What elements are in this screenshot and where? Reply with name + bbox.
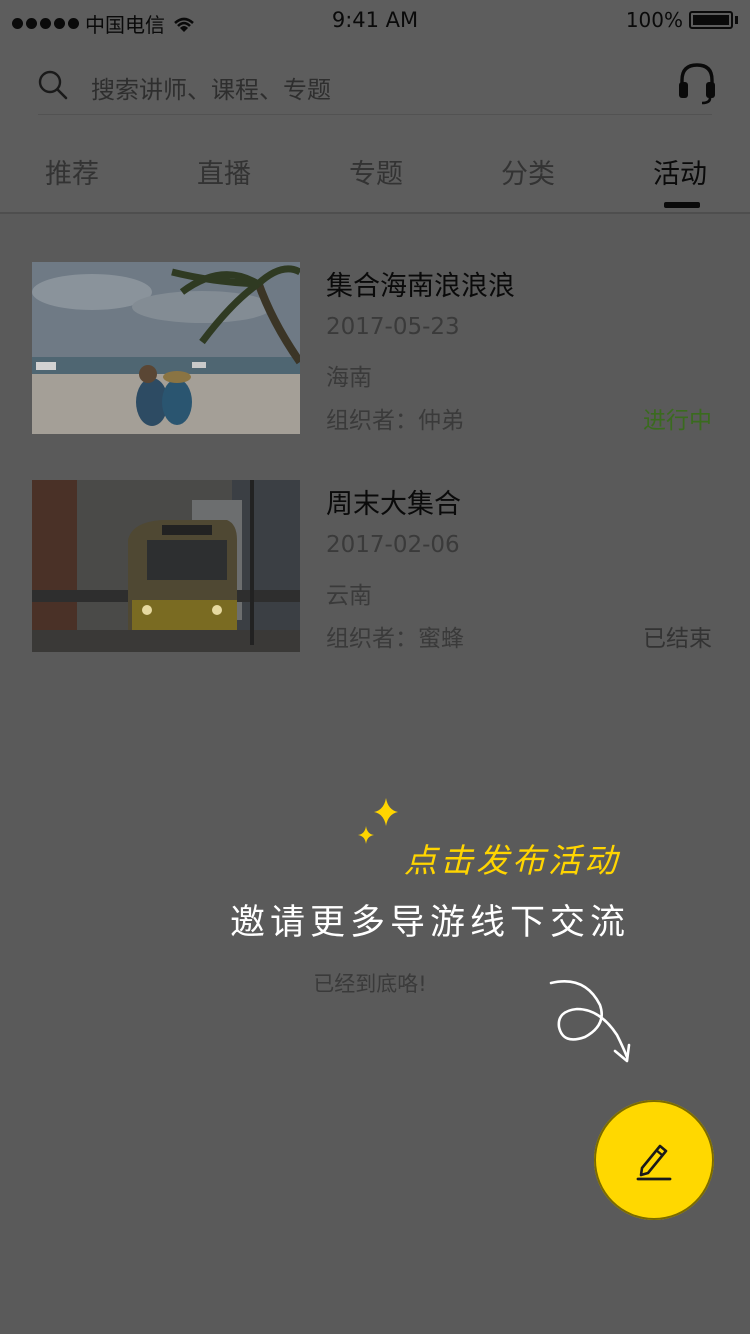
tab-categories[interactable]: 分类	[478, 152, 578, 191]
search-input[interactable]: 搜索讲师、课程、专题	[91, 70, 331, 105]
headset-icon[interactable]	[676, 60, 718, 106]
sparkle-icon	[358, 798, 398, 844]
activity-date: 2017-02-06	[326, 532, 460, 558]
activity-location: 云南	[326, 583, 372, 609]
battery-percent: 100%	[625, 8, 683, 32]
activity-organizer: 组织者：仲弟	[326, 408, 464, 434]
activity-location: 海南	[326, 365, 372, 391]
search-bar[interactable]: 搜索讲师、课程、专题	[38, 60, 715, 115]
edit-icon	[636, 1144, 672, 1181]
activity-status: 进行中	[643, 408, 712, 434]
publish-activity-button[interactable]	[594, 1100, 714, 1220]
activity-card[interactable]: 集合海南浪浪浪 2017-05-23 海南 组织者：仲弟 进行中	[32, 262, 712, 434]
header: 搜索讲师、课程、专题 推荐 直播 专题 分类 活动	[0, 44, 750, 214]
battery-tip	[735, 16, 738, 24]
activity-title: 周末大集合	[326, 489, 461, 520]
tab-bar: 推荐 直播 专题 分类 活动	[0, 140, 750, 212]
tab-recommend[interactable]: 推荐	[22, 152, 122, 191]
activity-title: 集合海南浪浪浪	[326, 271, 515, 302]
active-tab-indicator	[664, 202, 700, 208]
activity-date: 2017-05-23	[326, 314, 460, 340]
battery-group: 100%	[626, 8, 738, 32]
promo-headline: 点击发布活动	[404, 841, 620, 880]
activity-thumbnail-tram	[32, 480, 300, 652]
curly-arrow-icon	[549, 980, 631, 1063]
status-bar: 中国电信 9:41 AM 100%	[0, 0, 750, 44]
tab-activities[interactable]: 活动	[630, 152, 730, 191]
activity-thumbnail-beach	[32, 262, 300, 434]
activity-card[interactable]: 周末大集合 2017-02-06 云南 组织者：蜜蜂 已结束	[32, 480, 712, 652]
activity-organizer: 组织者：蜜蜂	[326, 626, 464, 652]
search-icon	[38, 70, 68, 100]
tab-live[interactable]: 直播	[174, 152, 274, 191]
promo-subline: 邀请更多导游线下交流	[230, 903, 631, 943]
tab-topics[interactable]: 专题	[326, 152, 426, 191]
activity-status: 已结束	[643, 626, 712, 652]
battery-icon	[689, 11, 733, 29]
